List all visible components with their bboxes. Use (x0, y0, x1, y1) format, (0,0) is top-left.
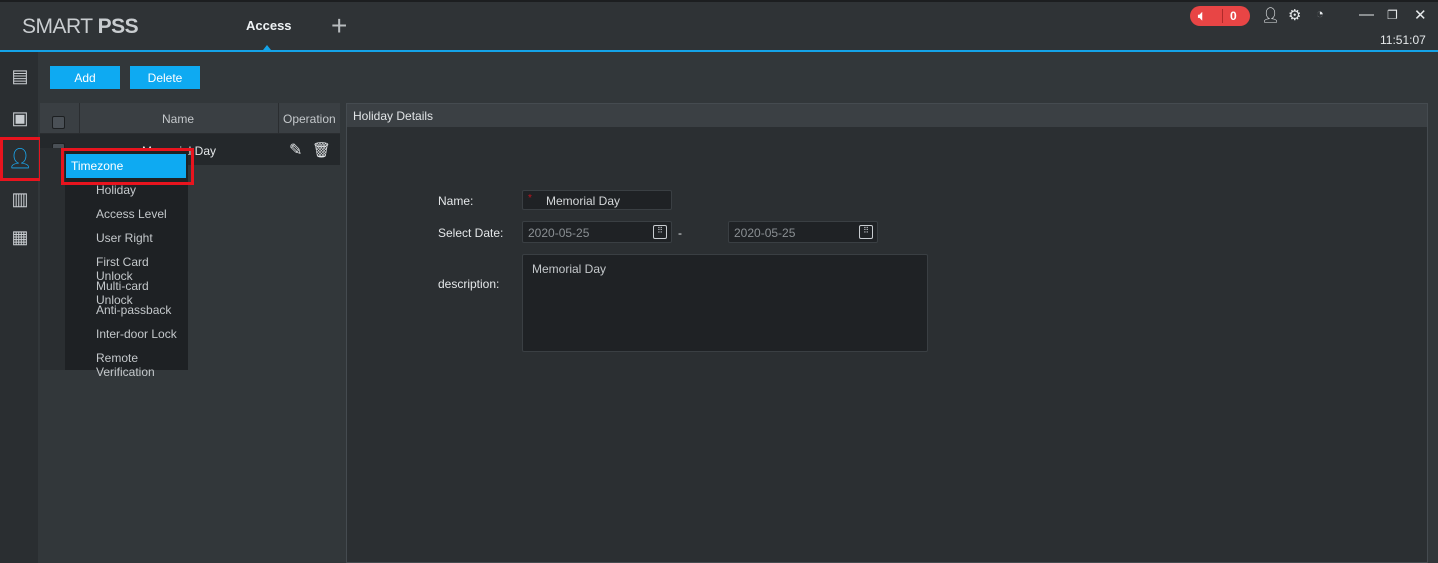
calendar-picker-icon[interactable]: ⠿ (859, 225, 873, 239)
title-bar-accent-line (0, 50, 1438, 52)
clock: 11:51:07 (1380, 33, 1426, 47)
add-tab-button[interactable]: + (331, 12, 347, 40)
menu-item-holiday[interactable]: Holiday (96, 183, 136, 197)
person-card-icon[interactable]: ▣ (8, 106, 32, 130)
door-control-icon[interactable]: ▤ (8, 64, 32, 88)
panel-title: Holiday Details (347, 104, 1427, 127)
select-all-checkbox[interactable] (52, 116, 65, 129)
start-date-input[interactable]: 2020-05-25 ⠿ (522, 221, 672, 243)
logo-text: SMART (22, 15, 98, 38)
name-input[interactable]: * Memorial Day (522, 190, 672, 210)
gear-icon[interactable]: ⚙ (1288, 6, 1301, 24)
alarm-button[interactable]: 🔈︎ 0 (1190, 6, 1250, 26)
menu-item-user-right[interactable]: User Right (96, 231, 153, 245)
highlight-box (0, 137, 42, 181)
logo-text-bold: PSS (97, 15, 139, 38)
app-logo: SMART PSS (22, 15, 139, 39)
name-value: Memorial Day (546, 194, 621, 208)
calendar-picker-icon[interactable]: ⠿ (653, 225, 667, 239)
trash-icon[interactable]: 🗑︎ (312, 141, 331, 159)
description-textarea[interactable]: Memorial Day (522, 254, 928, 352)
select-date-label: Select Date: (438, 226, 504, 240)
performance-gauge-icon[interactable]: ◔ (1316, 6, 1324, 21)
user-icon[interactable]: 👤︎ (1261, 6, 1280, 24)
close-button[interactable]: ✕ (1414, 6, 1427, 24)
active-tab-indicator (263, 45, 271, 50)
required-mark: * (528, 193, 532, 204)
name-label: Name: (438, 194, 474, 208)
delete-button[interactable]: Delete (130, 66, 200, 89)
speaker-icon: 🔈︎ (1198, 8, 1206, 23)
menu-item-inter-door-lock[interactable]: Inter-door Lock (96, 327, 177, 341)
alarm-count: 0 (1230, 9, 1237, 23)
menu-item-anti-passback[interactable]: Anti-passback (96, 303, 171, 317)
start-date-value: 2020-05-25 (528, 226, 590, 240)
end-date-value: 2020-05-25 (734, 226, 796, 240)
door-record-icon[interactable]: ▥ (8, 187, 32, 211)
calendar-icon[interactable]: ▦ (8, 225, 32, 249)
description-label: description: (438, 277, 500, 291)
menu-item-access-level[interactable]: Access Level (96, 207, 167, 221)
end-date-input[interactable]: 2020-05-25 ⠿ (728, 221, 878, 243)
column-header-name: Name (162, 112, 195, 126)
edit-icon[interactable]: ✎ (289, 140, 302, 160)
highlight-box (61, 148, 194, 185)
minimize-button[interactable]: — (1359, 6, 1374, 23)
add-button[interactable]: Add (50, 66, 120, 89)
tab-access[interactable]: Access (246, 18, 292, 33)
description-value: Memorial Day (532, 262, 607, 276)
menu-item-remote-verification[interactable]: Remote Verification (96, 351, 188, 379)
restore-button[interactable]: ❐ (1387, 8, 1398, 22)
date-separator: - (678, 226, 682, 240)
table-header: Name Operation (40, 103, 340, 134)
column-header-operation: Operation (283, 112, 336, 126)
